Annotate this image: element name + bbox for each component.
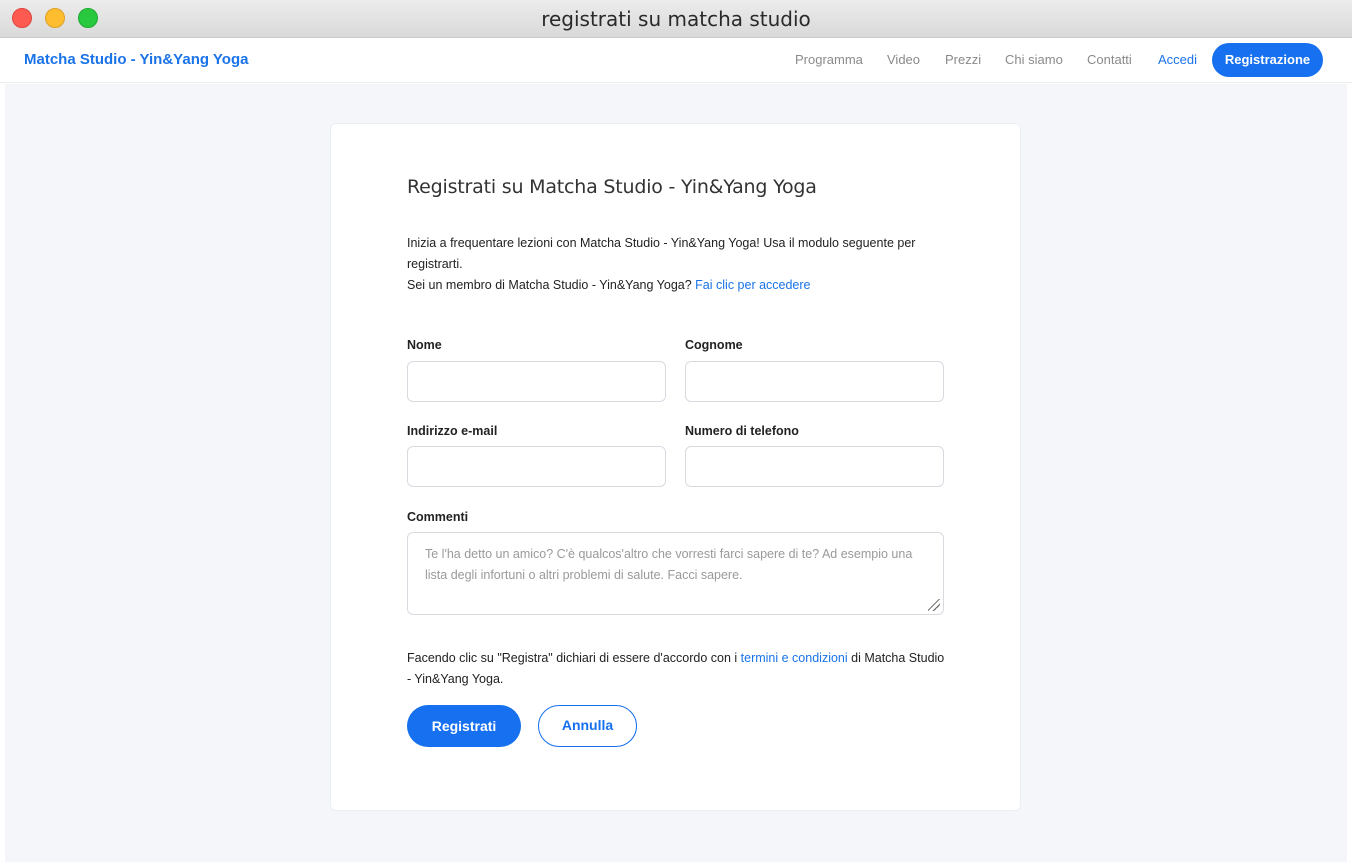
nav-link-accedi[interactable]: Accedi — [1158, 52, 1197, 67]
comments-textarea[interactable]: Te l'ha detto un amico? C'è qualcos'altr… — [407, 532, 944, 615]
nav-link-video[interactable]: Video — [887, 52, 920, 67]
email-input[interactable] — [407, 446, 666, 487]
site-brand[interactable]: Matcha Studio - Yin&Yang Yoga — [24, 51, 248, 68]
last-name-input[interactable] — [685, 361, 944, 402]
last-name-label: Cognome — [685, 338, 743, 352]
form-title: Registrati su Matcha Studio - Yin&Yang Y… — [407, 176, 817, 198]
member-text: Sei un membro di Matcha Studio - Yin&Yan… — [407, 278, 692, 292]
site-navbar: Matcha Studio - Yin&Yang Yoga Programma … — [0, 38, 1352, 83]
window-titlebar: registrati su matcha studio — [0, 0, 1352, 38]
terms-notice: Facendo clic su "Registra" dichiari di e… — [407, 648, 947, 690]
submit-button[interactable]: Registrati — [407, 705, 521, 747]
phone-input[interactable] — [685, 446, 944, 487]
cancel-button[interactable]: Annulla — [538, 705, 637, 747]
login-link[interactable]: Fai clic per accedere — [695, 278, 810, 292]
terms-link[interactable]: termini e condizioni — [741, 651, 848, 665]
terms-prefix: Facendo clic su "Registra" dichiari di e… — [407, 651, 738, 665]
window-title: registrati su matcha studio — [541, 7, 811, 31]
comments-placeholder: Te l'ha detto un amico? C'è qualcos'altr… — [425, 547, 913, 582]
nav-link-programma[interactable]: Programma — [795, 52, 863, 67]
nav-link-prezzi[interactable]: Prezzi — [945, 52, 981, 67]
nav-link-chi-siamo[interactable]: Chi siamo — [1005, 52, 1063, 67]
form-intro: Inizia a frequentare lezioni con Matcha … — [407, 233, 947, 296]
first-name-input[interactable] — [407, 361, 666, 402]
intro-text: Inizia a frequentare lezioni con Matcha … — [407, 236, 916, 271]
resize-handle-icon[interactable] — [928, 599, 940, 611]
email-label: Indirizzo e-mail — [407, 424, 498, 438]
nav-link-contatti[interactable]: Contatti — [1087, 52, 1132, 67]
nav-register-button[interactable]: Registrazione — [1212, 43, 1323, 77]
comments-label: Commenti — [407, 510, 469, 524]
first-name-label: Nome — [407, 338, 442, 352]
phone-label: Numero di telefono — [685, 424, 799, 438]
